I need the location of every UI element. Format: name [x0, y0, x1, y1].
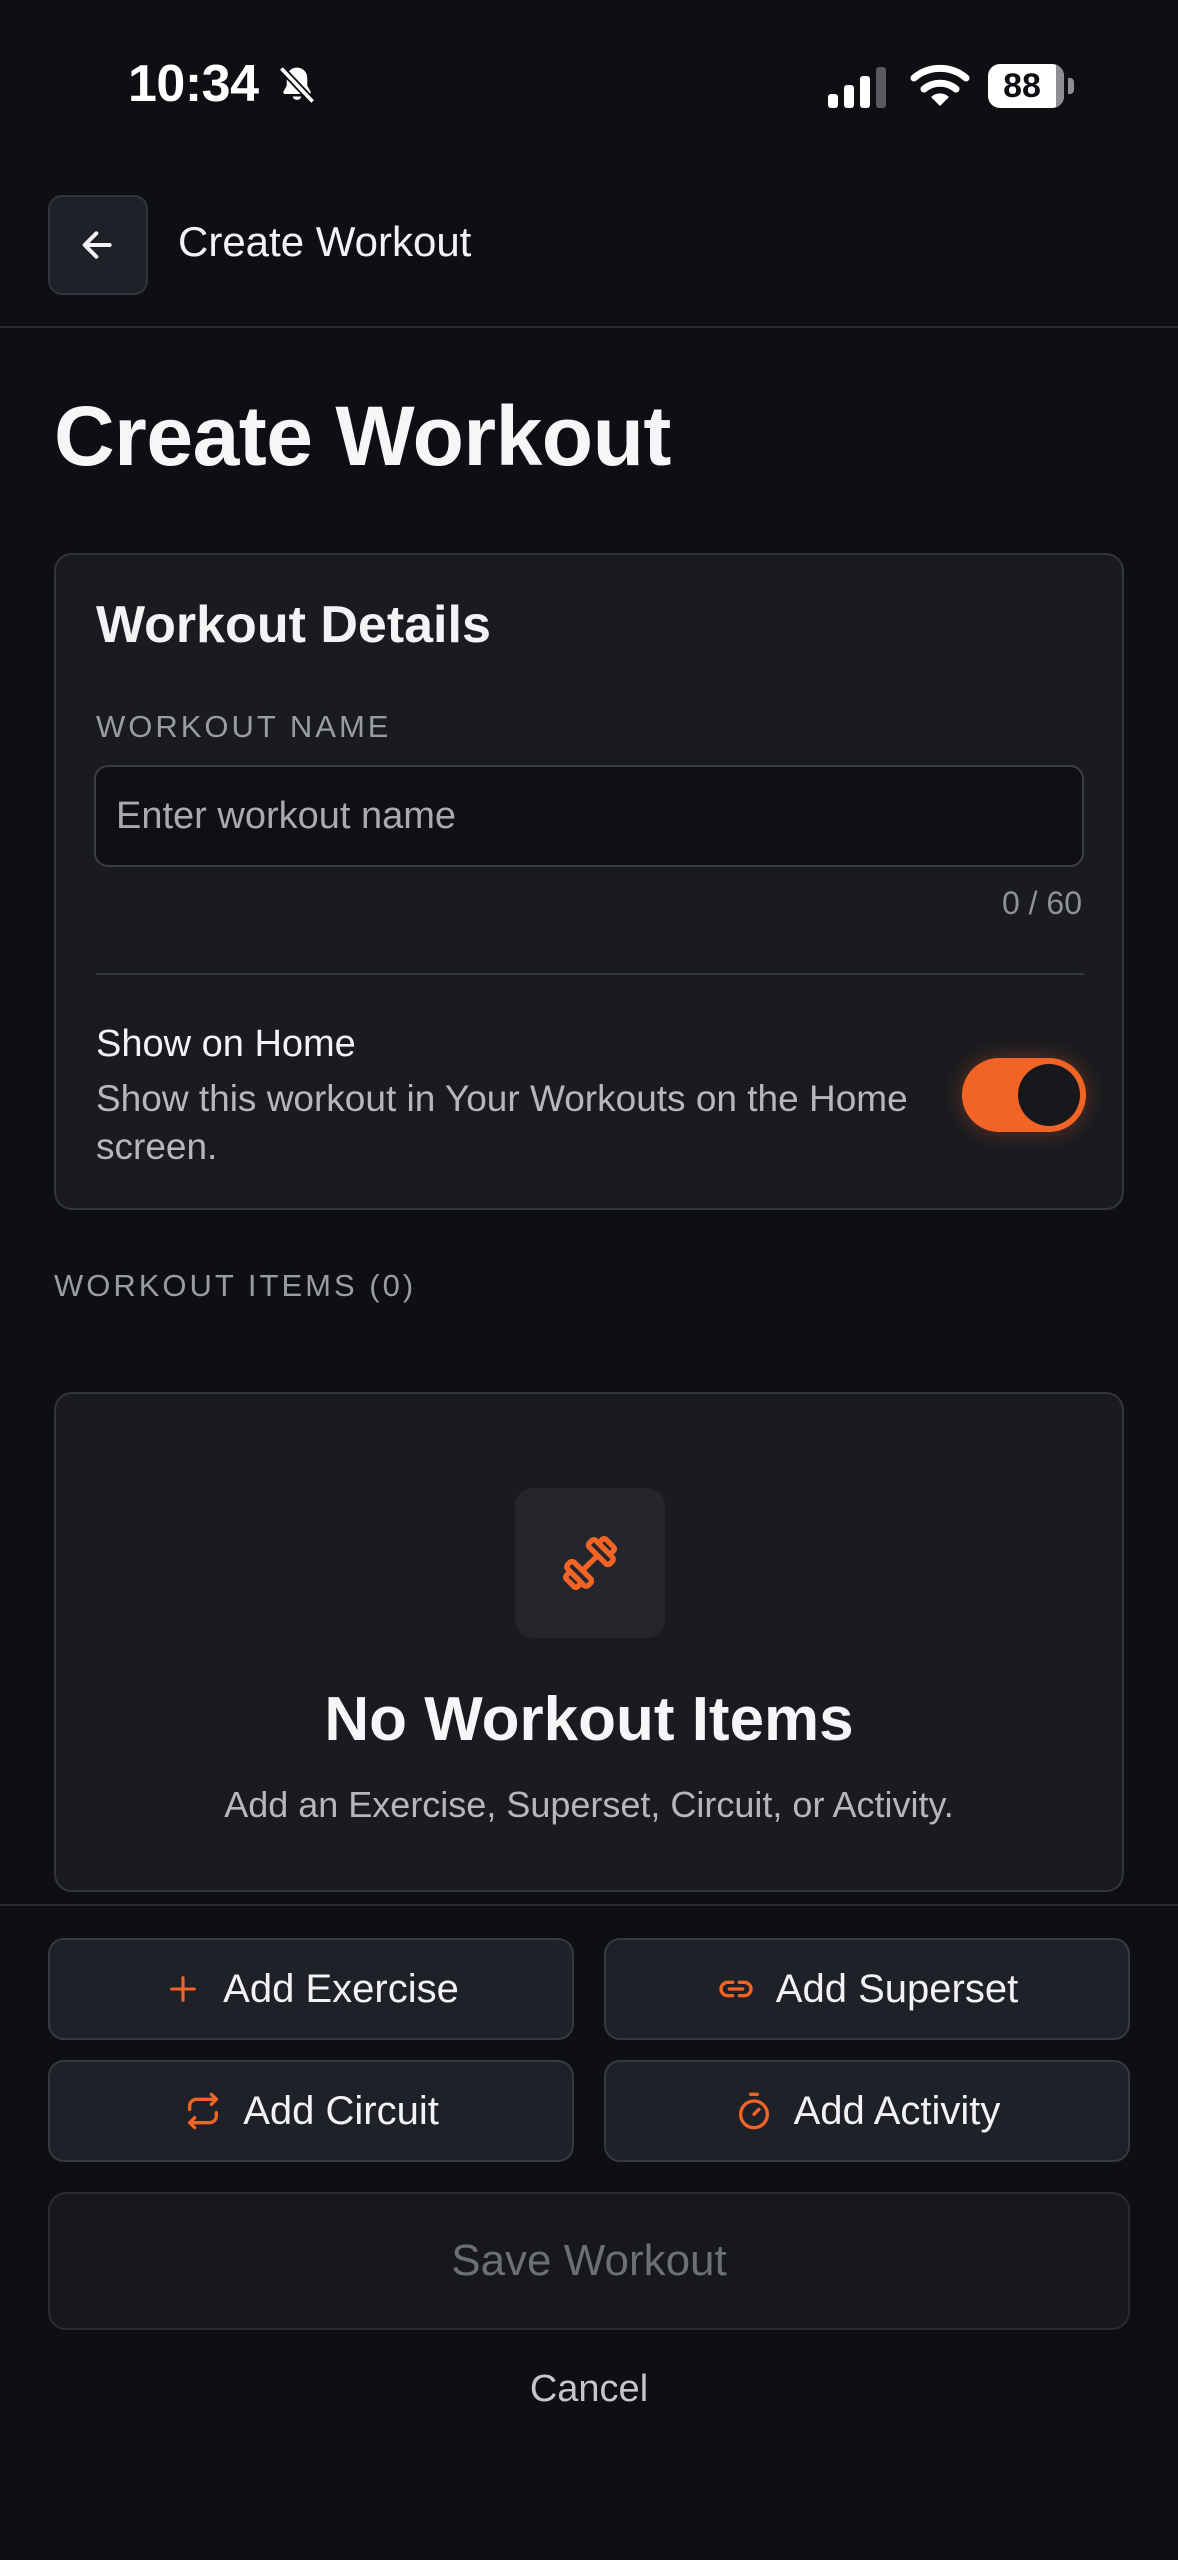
- plus-icon: [163, 1969, 203, 2009]
- app-header: Create Workout: [0, 190, 1178, 328]
- workout-name-label: WORKOUT NAME: [96, 709, 392, 744]
- show-on-home-title: Show on Home: [96, 1023, 356, 1065]
- status-bar: 10:34 88: [0, 0, 1178, 170]
- arrow-left-icon: [82, 231, 112, 259]
- show-on-home-toggle[interactable]: [962, 1058, 1086, 1132]
- page-title: Create Workout: [54, 389, 671, 483]
- add-exercise-label: Add Exercise: [223, 1966, 459, 2011]
- add-circuit-button[interactable]: Add Circuit: [48, 2060, 574, 2162]
- empty-icon-container: [515, 1488, 665, 1638]
- save-workout-label: Save Workout: [451, 2236, 727, 2285]
- timer-icon: [734, 2091, 774, 2131]
- divider: [96, 973, 1084, 975]
- add-superset-label: Add Superset: [775, 1966, 1019, 2011]
- cellular-signal-icon: [828, 67, 886, 108]
- add-circuit-label: Add Circuit: [243, 2088, 439, 2133]
- empty-title: No Workout Items: [324, 1685, 854, 1754]
- battery-body: 88: [988, 64, 1064, 108]
- link-icon: [716, 1969, 756, 2009]
- save-workout-button[interactable]: Save Workout: [48, 2192, 1130, 2330]
- workout-details-card: Workout Details WORKOUT NAME 0 / 60 Show…: [54, 553, 1124, 1210]
- toggle-knob: [1018, 1064, 1080, 1126]
- add-exercise-button[interactable]: Add Exercise: [48, 1938, 574, 2040]
- create-workout-screen: 10:34 88 Create Workout Create Workout W…: [0, 0, 1178, 2560]
- add-activity-button[interactable]: Add Activity: [604, 2060, 1130, 2162]
- workout-items-empty-state: No Workout Items Add an Exercise, Supers…: [54, 1392, 1124, 1892]
- dumbbell-icon: [562, 1535, 618, 1591]
- workout-items-label: WORKOUT ITEMS (0): [54, 1268, 417, 1303]
- empty-description: Add an Exercise, Superset, Circuit, or A…: [224, 1784, 954, 1825]
- repeat-icon: [183, 2091, 223, 2131]
- add-superset-button[interactable]: Add Superset: [604, 1938, 1130, 2040]
- back-button[interactable]: [48, 195, 148, 295]
- bottom-action-panel: Add Exercise Add Superset Add Circuit Ad…: [0, 1904, 1178, 2560]
- bell-slash-icon: [278, 65, 316, 105]
- show-on-home-description: Show this workout in Your Workouts on th…: [96, 1078, 908, 1167]
- card-title: Workout Details: [96, 596, 491, 654]
- battery-tip: [1068, 78, 1074, 94]
- workout-name-input[interactable]: [94, 765, 1084, 867]
- add-activity-label: Add Activity: [793, 2088, 1001, 2133]
- battery-icon: 88: [988, 64, 1076, 110]
- character-counter: 0 / 60: [1001, 885, 1082, 921]
- cancel-button[interactable]: Cancel: [0, 2368, 1178, 2411]
- wifi-icon: [910, 64, 970, 106]
- status-time: 10:34: [128, 55, 259, 113]
- battery-empty-portion: [1056, 64, 1064, 108]
- battery-level: 88: [1003, 67, 1041, 105]
- header-title: Create Workout: [178, 218, 472, 265]
